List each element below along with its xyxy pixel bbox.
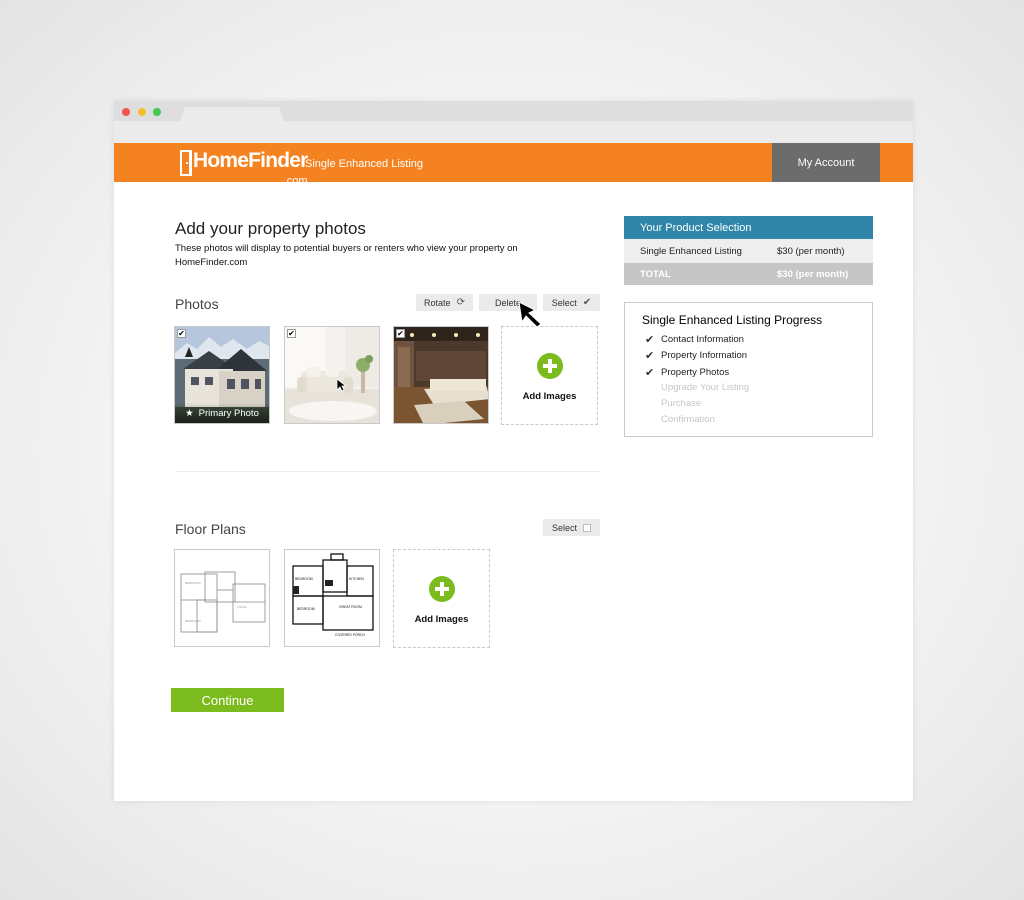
svg-text:COVERED PORCH: COVERED PORCH bbox=[335, 633, 366, 637]
checkbox-icon bbox=[583, 523, 591, 532]
plus-icon bbox=[536, 353, 563, 379]
add-photos-button[interactable]: Add Images bbox=[501, 326, 598, 425]
header-subtitle: Single Enhanced Listing bbox=[305, 158, 424, 170]
mouse-pointer-icon bbox=[518, 301, 542, 328]
total-label: TOTAL bbox=[640, 268, 671, 280]
product-total-row: TOTAL $30 (per month) bbox=[624, 263, 873, 285]
photos-select-button[interactable]: Select ✔ bbox=[543, 294, 600, 311]
checkmark-icon: ✔ bbox=[645, 367, 655, 379]
primary-photo-text: Primary Photo bbox=[198, 407, 259, 419]
section-divider bbox=[175, 471, 600, 472]
progress-step-label: Property Information bbox=[661, 350, 748, 361]
select-button-label: Select bbox=[551, 522, 577, 533]
progress-step-confirmation: Confirmation bbox=[645, 414, 715, 425]
progress-step-label: Confirmation bbox=[661, 414, 715, 425]
site-header: HomeFinder .com Single Enhanced Listing … bbox=[114, 143, 913, 187]
checkmark-icon: ✔ bbox=[645, 350, 655, 362]
progress-step-property-photos: ✔ Property Photos bbox=[645, 366, 729, 379]
svg-text:KITCHEN: KITCHEN bbox=[349, 577, 364, 581]
progress-step-purchase: Purchase bbox=[645, 398, 701, 409]
mouse-pointer-icon bbox=[337, 379, 347, 392]
product-item-price: $30 (per month) bbox=[777, 245, 845, 257]
floor-plans-select-button[interactable]: Select bbox=[543, 519, 600, 536]
progress-step-upgrade-listing: Upgrade Your Listing bbox=[645, 382, 749, 393]
continue-button[interactable]: Continue bbox=[171, 688, 284, 712]
browser-titlebar bbox=[114, 101, 913, 121]
svg-text:BEDROOM: BEDROOM bbox=[295, 577, 313, 581]
photo-thumbnail-living-room[interactable]: ✔ bbox=[284, 326, 380, 424]
basement-image bbox=[394, 327, 488, 423]
primary-photo-label: ★ Primary Photo bbox=[175, 403, 269, 423]
rotate-button[interactable]: Rotate ⟳ bbox=[416, 294, 473, 311]
progress-step-label: Upgrade Your Listing bbox=[661, 382, 750, 393]
plus-icon bbox=[428, 576, 455, 602]
logo-suffix: .com bbox=[283, 175, 308, 187]
add-photos-label: Add Images bbox=[522, 391, 577, 402]
progress-title: Single Enhanced Listing Progress bbox=[642, 313, 823, 327]
product-selection-heading: Your Product Selection bbox=[624, 216, 873, 239]
door-icon bbox=[180, 150, 192, 176]
floor-plan-image: BEDROOM KITCHEN BEDROOM GREAT ROOM COVER… bbox=[285, 550, 379, 646]
floor-plans-section-title: Floor Plans bbox=[175, 521, 246, 537]
floor-plan-image: BEDROOM LIVING BEDROOM bbox=[175, 550, 269, 646]
rotate-button-label: Rotate bbox=[424, 297, 451, 308]
select-button-label: Select bbox=[551, 297, 577, 308]
product-item-row: Single Enhanced Listing $30 (per month) bbox=[624, 239, 873, 263]
browser-toolbar bbox=[114, 121, 913, 143]
checkmark-icon: ✔ bbox=[582, 297, 592, 308]
maximize-window-dot[interactable] bbox=[153, 108, 161, 116]
total-price: $30 (per month) bbox=[777, 268, 849, 280]
browser-window: HomeFinder .com Single Enhanced Listing … bbox=[114, 101, 913, 801]
photo-thumbnail-exterior[interactable]: ✔ ★ Primary Photo bbox=[174, 326, 270, 424]
photo-checkbox[interactable]: ✔ bbox=[287, 329, 296, 338]
photo-checkbox[interactable]: ✔ bbox=[396, 329, 405, 338]
rotate-icon: ⟳ bbox=[456, 297, 465, 308]
browser-tab[interactable] bbox=[180, 107, 284, 121]
living-room-image bbox=[285, 327, 379, 423]
progress-step-label: Purchase bbox=[661, 398, 702, 409]
progress-step-label: Property Photos bbox=[661, 367, 730, 378]
homefinder-logo[interactable]: HomeFinder .com bbox=[180, 148, 308, 187]
add-floor-plans-label: Add Images bbox=[414, 614, 469, 625]
checkmark-icon: ✔ bbox=[645, 334, 655, 346]
progress-step-contact-information: ✔ Contact Information bbox=[645, 333, 744, 346]
floor-plan-thumbnail-1[interactable]: BEDROOM LIVING BEDROOM bbox=[174, 549, 270, 647]
svg-text:BEDROOM: BEDROOM bbox=[185, 619, 201, 623]
product-selection-panel: Your Product Selection Single Enhanced L… bbox=[624, 216, 873, 285]
svg-text:BEDROOM: BEDROOM bbox=[297, 607, 315, 611]
svg-text:BEDROOM: BEDROOM bbox=[185, 581, 201, 585]
star-icon: ★ bbox=[185, 407, 194, 419]
floor-plan-thumbnail-2[interactable]: BEDROOM KITCHEN BEDROOM GREAT ROOM COVER… bbox=[284, 549, 380, 647]
progress-step-property-information: ✔ Property Information bbox=[645, 349, 747, 362]
close-window-dot[interactable] bbox=[122, 108, 130, 116]
page-title: Add your property photos bbox=[175, 219, 366, 238]
photos-section-title: Photos bbox=[175, 296, 219, 312]
product-item-label: Single Enhanced Listing bbox=[640, 245, 742, 257]
add-floor-plans-button[interactable]: Add Images bbox=[393, 549, 490, 648]
listing-progress-panel: Single Enhanced Listing Progress ✔ Conta… bbox=[624, 302, 873, 437]
logo-wordmark: HomeFinder .com bbox=[193, 148, 308, 187]
svg-text:GREAT ROOM: GREAT ROOM bbox=[339, 605, 362, 609]
progress-step-label: Contact Information bbox=[661, 334, 744, 345]
my-account-button[interactable]: My Account bbox=[772, 143, 880, 182]
svg-text:LIVING: LIVING bbox=[237, 605, 248, 609]
minimize-window-dot[interactable] bbox=[138, 108, 146, 116]
page-intro: These photos will display to potential b… bbox=[175, 243, 518, 268]
photo-checkbox[interactable]: ✔ bbox=[177, 329, 186, 338]
photo-thumbnail-basement[interactable]: ✔ bbox=[393, 326, 489, 424]
